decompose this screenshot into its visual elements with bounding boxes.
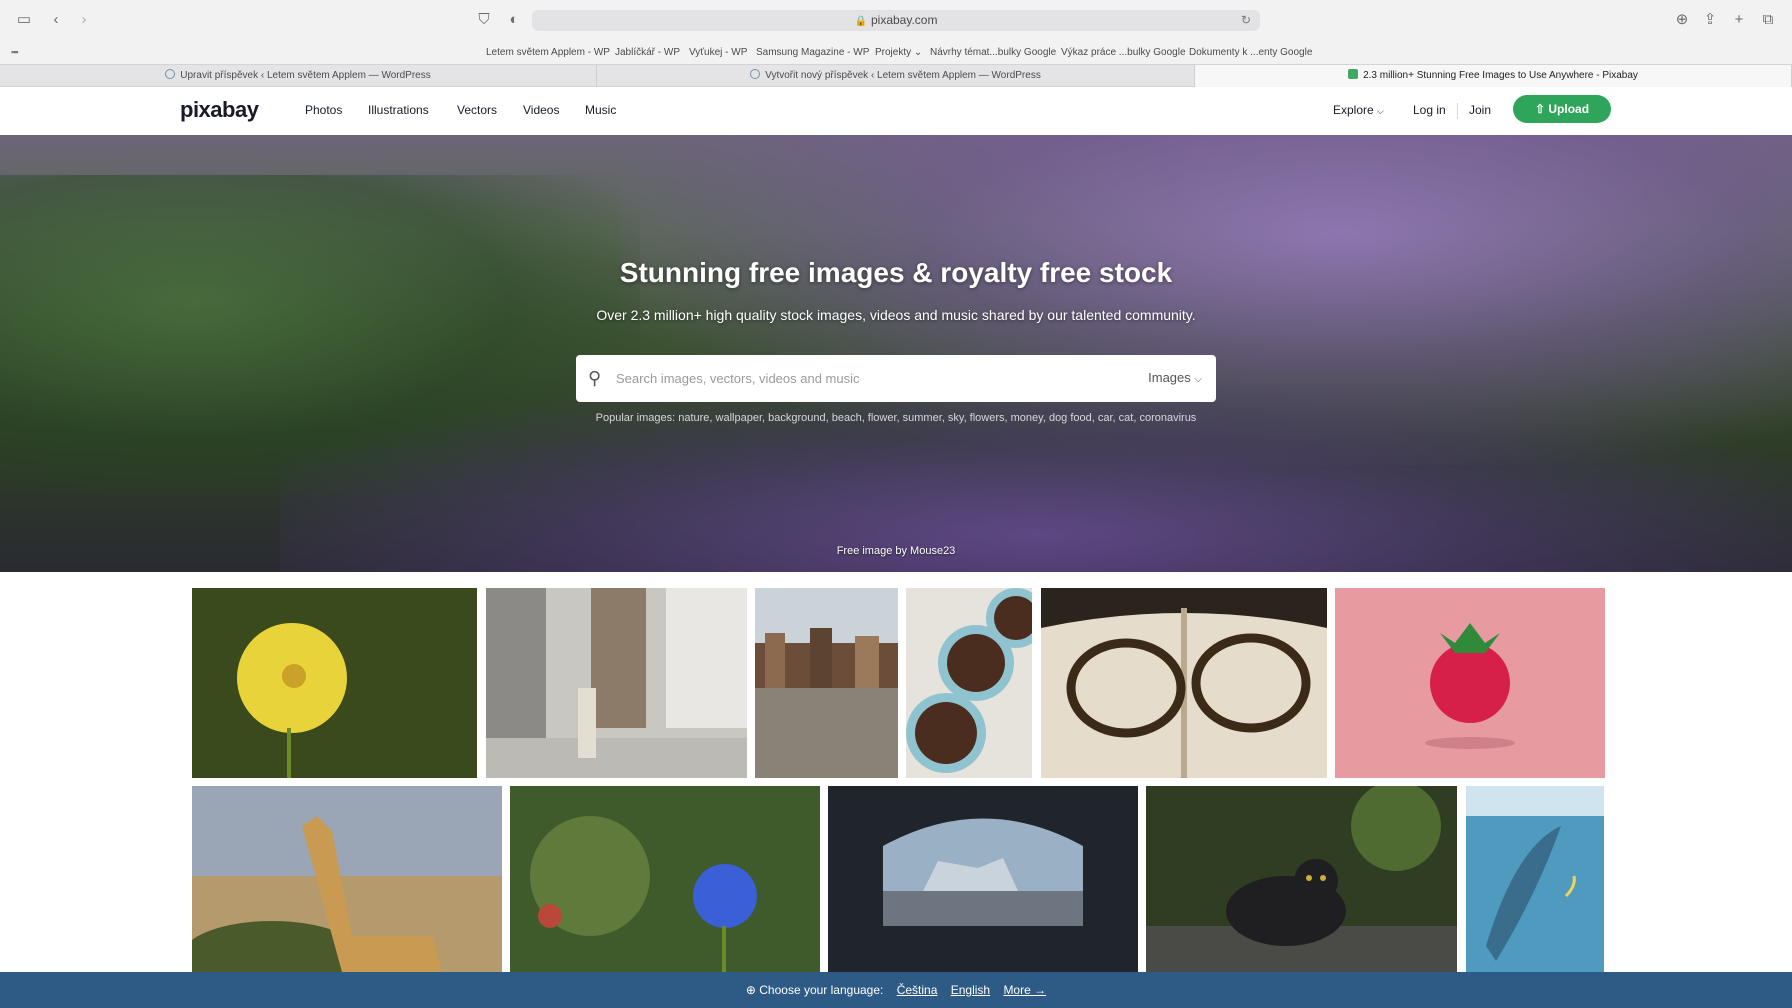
- tab-edit-post[interactable]: Upravit příspěvek ‹ Letem světem Applem …: [0, 65, 597, 87]
- coffee-cups-photo: [906, 588, 1032, 778]
- url-text: pixabay.com: [870, 13, 938, 27]
- contrast-icon[interactable]: ◐: [504, 11, 524, 29]
- bookmark-item[interactable]: Návrhy témat...bulky Google: [930, 47, 1056, 58]
- nav-music[interactable]: Music: [585, 103, 616, 117]
- bookmark-item[interactable]: Výkaz práce ...bulky Google: [1061, 47, 1186, 58]
- nav-photos[interactable]: Photos: [305, 103, 342, 117]
- bookmark-item[interactable]: Samsung Magazine - WP: [756, 47, 869, 58]
- language-more-link[interactable]: More →: [1003, 983, 1046, 997]
- canal-houses-photo: [755, 588, 898, 778]
- popular-terms[interactable]: nature, wallpaper, background, beach, fl…: [678, 412, 1196, 424]
- image-tile-blue-cornflower[interactable]: [510, 786, 820, 972]
- nav-videos[interactable]: Videos: [523, 103, 559, 117]
- ballerina-building-photo: [486, 588, 747, 778]
- sidebar-icon[interactable]: ▭: [14, 11, 34, 29]
- search-box: ⚲ Images ⌵: [576, 355, 1216, 402]
- tab-bar: Upravit příspěvek ‹ Letem světem Applem …: [0, 64, 1792, 87]
- explore-menu[interactable]: Explore ⌵: [1333, 103, 1384, 117]
- search-icon[interactable]: ⚲: [588, 368, 601, 389]
- forward-icon[interactable]: ›: [74, 11, 94, 29]
- share-icon[interactable]: ⇪: [1700, 11, 1720, 29]
- login-link[interactable]: Log in: [1413, 103, 1446, 117]
- popular-searches: Popular images: nature, wallpaper, backg…: [595, 412, 1197, 424]
- raspberry-photo: [1335, 588, 1605, 778]
- bookmarks-bar: ▪▪▪ Letem světem Applem - WP Jablíčkář -…: [0, 41, 1792, 64]
- city-window-photo: [828, 786, 1138, 972]
- address-bar[interactable]: 🔒 pixabay.com ↻: [532, 10, 1260, 31]
- privacy-shield-icon[interactable]: ⛉: [474, 11, 494, 29]
- chevron-down-icon: ⌵: [1377, 106, 1384, 116]
- bookmark-item[interactable]: Letem světem Applem - WP: [486, 47, 610, 58]
- yellow-poppy-photo: [192, 588, 477, 778]
- back-icon[interactable]: ‹: [46, 11, 66, 29]
- chevron-down-icon: ⌵: [1194, 374, 1202, 385]
- new-tab-icon[interactable]: +: [1729, 11, 1749, 29]
- pixabay-favicon-icon: [1348, 69, 1359, 79]
- language-bar: ⊕ Choose your language: Čeština English …: [0, 972, 1792, 1008]
- language-label: Choose your language:: [759, 983, 884, 997]
- image-credit[interactable]: Free image by Mouse23: [0, 545, 1792, 557]
- wordpress-icon: [750, 69, 761, 79]
- image-tile-ballerina-building[interactable]: [486, 588, 747, 778]
- nav-illustrations[interactable]: Illustrations: [368, 103, 429, 117]
- image-tile-raspberry[interactable]: [1335, 588, 1605, 778]
- hero-subtitle: Over 2.3 million+ high quality stock ima…: [596, 307, 1196, 323]
- bookmark-item[interactable]: Vyťukej - WP: [689, 47, 747, 58]
- image-tile-whale-illustration[interactable]: [1466, 786, 1604, 972]
- bookmark-item[interactable]: Projekty ⌄: [875, 47, 922, 58]
- wordpress-icon: [165, 69, 176, 79]
- image-tile-black-cat[interactable]: [1146, 786, 1457, 972]
- whale-illustration-photo: [1466, 786, 1604, 972]
- upload-button[interactable]: ⇧ Upload: [1513, 95, 1611, 123]
- hero-banner: Stunning free images & royalty free stoc…: [0, 135, 1792, 572]
- giraffe-photo: [192, 786, 502, 972]
- glasses-book-photo: [1041, 588, 1327, 778]
- lock-icon: 🔒: [854, 16, 867, 27]
- bookmark-item[interactable]: Dokumenty k ...enty Google: [1189, 47, 1312, 58]
- pixabay-logo[interactable]: pixabay: [180, 97, 259, 123]
- tab-pixabay[interactable]: 2.3 million+ Stunning Free Images to Use…: [1195, 65, 1792, 87]
- language-option-czech[interactable]: Čeština: [897, 983, 938, 997]
- nav-vectors[interactable]: Vectors: [457, 103, 497, 117]
- bookmark-item[interactable]: Jablíčkář - WP: [615, 47, 680, 58]
- language-option-english[interactable]: English: [951, 983, 990, 997]
- image-tile-glasses-book[interactable]: [1041, 588, 1327, 778]
- black-cat-photo: [1146, 786, 1457, 972]
- header-divider: [1457, 103, 1458, 119]
- tab-new-post[interactable]: Vytvořit nový příspěvek ‹ Letem světem A…: [597, 65, 1195, 87]
- search-type-select[interactable]: Images ⌵: [1148, 370, 1202, 385]
- join-link[interactable]: Join: [1469, 103, 1491, 117]
- browser-toolbar: ▭ ‹ › ⛉ ◐ 🔒 pixabay.com ↻ ⊕ ⇪ + ⧉: [0, 0, 1792, 41]
- image-tile-yellow-poppy[interactable]: [192, 588, 477, 778]
- upload-icon: ⇧: [1534, 102, 1546, 116]
- hero-title: Stunning free images & royalty free stoc…: [619, 257, 1173, 288]
- image-tile-city-window[interactable]: [828, 786, 1138, 972]
- search-input[interactable]: [616, 366, 1096, 390]
- tab-overview-icon[interactable]: ⧉: [1758, 11, 1778, 29]
- grid-icon[interactable]: ▪▪▪: [11, 47, 23, 57]
- reload-icon[interactable]: ↻: [1241, 10, 1251, 31]
- image-tile-giraffe[interactable]: [192, 786, 502, 972]
- image-tile-canal-houses[interactable]: [755, 588, 898, 778]
- globe-icon: ⊕: [745, 983, 756, 997]
- download-icon[interactable]: ⊕: [1672, 11, 1692, 29]
- image-tile-coffee-cups[interactable]: [906, 588, 1032, 778]
- site-header: pixabay Photos Illustrations Vectors Vid…: [0, 87, 1792, 135]
- blue-cornflower-photo: [510, 786, 820, 972]
